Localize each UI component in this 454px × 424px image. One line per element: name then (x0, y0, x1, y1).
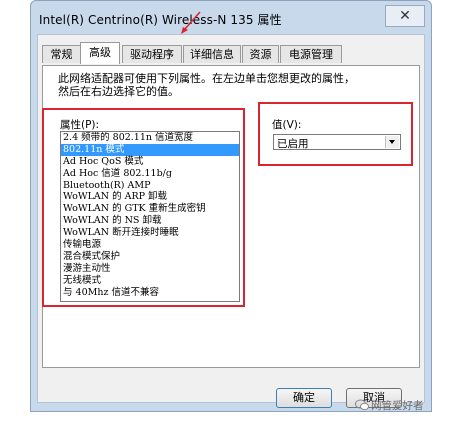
value-dropdown[interactable]: 已启用 (273, 134, 401, 150)
chat-bubble-icon (355, 399, 369, 411)
window-title: Intel(R) Centrino(R) Wireless-N 135 属性 (39, 13, 282, 27)
tab-resources[interactable]: 资源 (242, 45, 279, 63)
watermark-text: 网管爱好者 (371, 400, 424, 412)
tab-label: 驱动程序 (130, 48, 174, 61)
list-item[interactable]: WoWLAN 断开连接时睡眠 (61, 227, 239, 239)
list-item[interactable]: 漫游主动性 (61, 263, 239, 275)
list-item-selected[interactable]: 802.11n 模式 (61, 143, 239, 156)
list-item[interactable]: 2.4 频带的 802.11n 信道宽度 (61, 132, 239, 144)
close-button[interactable]: ✕ (385, 5, 425, 27)
description-line: 此网络适配器可使用下列属性。在左边单击您想更改的属性， (58, 72, 355, 85)
list-item[interactable]: WoWLAN 的 NS 卸载 (61, 215, 239, 227)
tab-general[interactable]: 常规 (42, 45, 81, 63)
value-label: 值(V): (272, 119, 302, 131)
tab-label: 电源管理 (289, 48, 333, 61)
annotation-arrow-icon (181, 11, 201, 34)
list-item[interactable]: WoWLAN 的 GTK 重新生成密钥 (61, 203, 239, 215)
list-item[interactable]: 传输电源 (61, 239, 239, 251)
tab-details[interactable]: 详细信息 (183, 45, 241, 63)
value-dropdown-selected: 已启用 (277, 138, 309, 150)
tab-label: 资源 (249, 48, 272, 61)
tab-label: 常规 (50, 48, 73, 61)
list-item[interactable]: Ad Hoc 信道 802.11b/g (61, 168, 239, 180)
property-label: 属性(P): (60, 119, 100, 131)
list-item[interactable]: 无线模式 (61, 275, 239, 287)
property-listbox[interactable]: 2.4 频带的 802.11n 信道宽度 802.11n 模式 Ad Hoc Q… (60, 131, 240, 302)
tab-power-management[interactable]: 电源管理 (280, 45, 342, 63)
ok-button[interactable]: 确定 (276, 388, 332, 408)
tab-driver[interactable]: 驱动程序 (122, 45, 182, 63)
description-line: 然后在右边选择它的值。 (58, 85, 179, 98)
title-bar[interactable]: Intel(R) Centrino(R) Wireless-N 135 属性 ✕ (31, 1, 431, 33)
list-item[interactable]: Ad Hoc QoS 模式 (61, 156, 239, 168)
list-item[interactable]: 混合模式保护 (61, 251, 239, 263)
tab-label: 详细信息 (190, 48, 234, 61)
ok-label: 确定 (293, 391, 315, 404)
close-icon: ✕ (399, 8, 411, 24)
list-item[interactable]: Bluetooth(R) AMP (61, 180, 239, 192)
description-text: 此网络适配器可使用下列属性。在左边单击您想更改的属性， 然后在右边选择它的值。 (58, 72, 388, 98)
list-item[interactable]: 与 40Mhz 信道不兼容 (61, 287, 239, 299)
chevron-down-icon[interactable] (385, 136, 399, 148)
list-item[interactable]: WoWLAN 的 ARP 卸载 (61, 191, 239, 203)
tab-advanced[interactable]: 高级 (80, 42, 120, 64)
tab-label: 高级 (89, 46, 111, 59)
